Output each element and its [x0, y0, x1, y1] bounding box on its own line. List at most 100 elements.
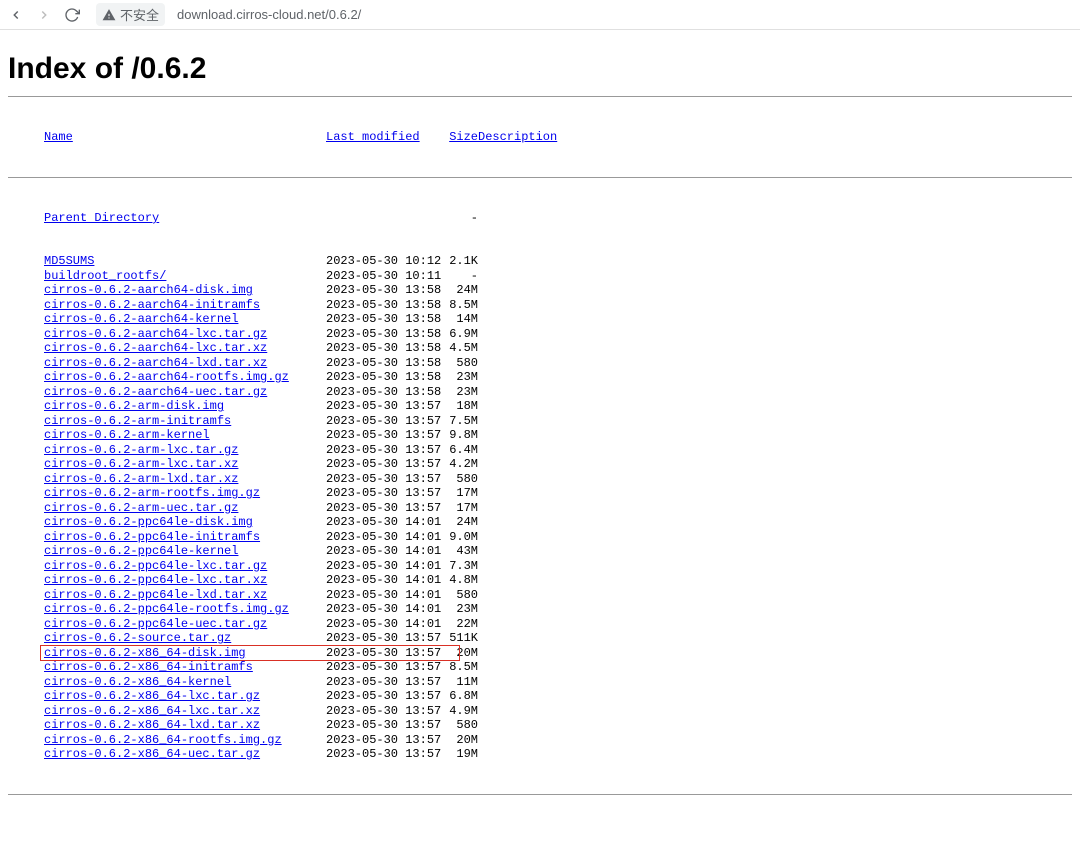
- list-item: cirros-0.6.2-aarch64-rootfs.img.gz2023-0…: [8, 370, 1072, 385]
- file-link[interactable]: cirros-0.6.2-aarch64-uec.tar.gz: [44, 385, 267, 399]
- file-link[interactable]: MD5SUMS: [44, 254, 94, 268]
- file-size: 24M: [442, 515, 478, 529]
- file-link[interactable]: cirros-0.6.2-arm-kernel: [44, 428, 210, 442]
- list-item: cirros-0.6.2-aarch64-uec.tar.gz 2023-05-3…: [8, 385, 1072, 400]
- file-link[interactable]: cirros-0.6.2-arm-uec.tar.gz: [44, 501, 238, 515]
- file-size: 23M: [442, 602, 478, 616]
- file-link[interactable]: cirros-0.6.2-aarch64-initramfs: [44, 298, 260, 312]
- file-link[interactable]: cirros-0.6.2-ppc64le-rootfs.img.gz: [44, 602, 289, 616]
- file-size: 18M: [442, 399, 478, 413]
- file-link[interactable]: cirros-0.6.2-ppc64le-lxd.tar.xz: [44, 588, 267, 602]
- file-date: 2023-05-30 13:57: [326, 675, 442, 689]
- list-item: cirros-0.6.2-aarch64-lxd.tar.xz 2023-05-3…: [8, 356, 1072, 371]
- file-link[interactable]: cirros-0.6.2-arm-rootfs.img.gz: [44, 486, 260, 500]
- file-size: 4.5M: [442, 341, 478, 355]
- file-date: 2023-05-30 14:01: [326, 515, 442, 529]
- file-date: 2023-05-30 13:57: [326, 472, 442, 486]
- list-item: buildroot_rootfs/2023-05-30 10:11-: [8, 269, 1072, 284]
- list-item: cirros-0.6.2-x86_64-disk.img 2023-05-30 1…: [8, 646, 1072, 661]
- file-size: 22M: [442, 617, 478, 631]
- file-link[interactable]: cirros-0.6.2-arm-lxc.tar.gz: [44, 443, 238, 457]
- reload-button[interactable]: [64, 7, 80, 23]
- file-date: 2023-05-30 14:01: [326, 530, 442, 544]
- file-date: 2023-05-30 13:57: [326, 399, 442, 413]
- list-item: cirros-0.6.2-x86_64-initramfs 2023-05-30 …: [8, 660, 1072, 675]
- file-link[interactable]: cirros-0.6.2-aarch64-lxc.tar.xz: [44, 341, 267, 355]
- security-text: 不安全: [120, 5, 159, 24]
- file-link[interactable]: cirros-0.6.2-aarch64-disk.img: [44, 283, 253, 297]
- file-size: 511K: [442, 631, 478, 645]
- file-link[interactable]: cirros-0.6.2-x86_64-rootfs.img.gz: [44, 733, 282, 747]
- file-date: 2023-05-30 13:57: [326, 457, 442, 471]
- file-size: 20M: [442, 646, 478, 660]
- file-size: 9.0M: [442, 530, 478, 544]
- file-link[interactable]: cirros-0.6.2-ppc64le-disk.img: [44, 515, 253, 529]
- file-link[interactable]: cirros-0.6.2-aarch64-lxd.tar.xz: [44, 356, 267, 370]
- file-size: 6.8M: [442, 689, 478, 703]
- file-size: 580: [442, 356, 478, 370]
- file-size: 43M: [442, 544, 478, 558]
- list-item: cirros-0.6.2-arm-lxc.tar.gz 2023-05-30 13…: [8, 443, 1072, 458]
- file-link[interactable]: cirros-0.6.2-aarch64-lxc.tar.gz: [44, 327, 267, 341]
- file-size: 8.5M: [442, 660, 478, 674]
- file-size: 20M: [442, 733, 478, 747]
- file-size: 4.8M: [442, 573, 478, 587]
- col-name[interactable]: Name: [44, 130, 73, 144]
- file-link[interactable]: cirros-0.6.2-ppc64le-uec.tar.gz: [44, 617, 267, 631]
- file-size: 24M: [442, 283, 478, 297]
- back-button[interactable]: [8, 7, 24, 23]
- col-description[interactable]: Description: [478, 130, 557, 144]
- col-size[interactable]: Size: [449, 130, 478, 144]
- file-date: 2023-05-30 13:57: [326, 689, 442, 703]
- file-date: 2023-05-30 13:57: [326, 631, 442, 645]
- file-size: 23M: [442, 370, 478, 384]
- list-item: cirros-0.6.2-aarch64-kernel 2023-05-30 13…: [8, 312, 1072, 327]
- file-date: 2023-05-30 13:58: [326, 385, 442, 399]
- list-item: cirros-0.6.2-arm-lxc.tar.xz 2023-05-30 13…: [8, 457, 1072, 472]
- list-item: cirros-0.6.2-x86_64-kernel 2023-05-30 13:…: [8, 675, 1072, 690]
- file-date: 2023-05-30 13:57: [326, 660, 442, 674]
- file-link[interactable]: cirros-0.6.2-x86_64-lxc.tar.gz: [44, 689, 260, 703]
- col-modified[interactable]: Last modified: [326, 130, 420, 144]
- file-date: 2023-05-30 13:57: [326, 443, 442, 457]
- file-date: 2023-05-30 13:58: [326, 327, 442, 341]
- file-link[interactable]: cirros-0.6.2-ppc64le-kernel: [44, 544, 238, 558]
- file-link[interactable]: cirros-0.6.2-arm-initramfs: [44, 414, 231, 428]
- file-size: 6.4M: [442, 443, 478, 457]
- file-size: 580: [442, 588, 478, 602]
- file-date: 2023-05-30 13:58: [326, 356, 442, 370]
- file-link[interactable]: cirros-0.6.2-source.tar.gz: [44, 631, 231, 645]
- list-item: cirros-0.6.2-arm-uec.tar.gz 2023-05-30 13…: [8, 501, 1072, 516]
- file-link[interactable]: cirros-0.6.2-x86_64-lxd.tar.xz: [44, 718, 260, 732]
- file-size: 580: [442, 472, 478, 486]
- file-date: 2023-05-30 13:57: [326, 646, 442, 660]
- file-link[interactable]: cirros-0.6.2-ppc64le-initramfs: [44, 530, 260, 544]
- file-link[interactable]: cirros-0.6.2-x86_64-initramfs: [44, 660, 253, 674]
- file-size: 6.9M: [442, 327, 478, 341]
- url-bar[interactable]: download.cirros-cloud.net/0.6.2/: [177, 7, 361, 22]
- file-size: 17M: [442, 486, 478, 500]
- security-badge[interactable]: 不安全: [96, 3, 165, 26]
- list-item: cirros-0.6.2-x86_64-uec.tar.gz2023-05-30…: [8, 747, 1072, 762]
- browser-toolbar: 不安全 download.cirros-cloud.net/0.6.2/: [0, 0, 1080, 30]
- file-date: 2023-05-30 13:57: [326, 501, 442, 515]
- file-link[interactable]: cirros-0.6.2-aarch64-rootfs.img.gz: [44, 370, 289, 384]
- file-link[interactable]: cirros-0.6.2-arm-lxd.tar.xz: [44, 472, 238, 486]
- file-link[interactable]: cirros-0.6.2-x86_64-disk.img: [44, 646, 246, 660]
- file-link[interactable]: buildroot_rootfs/: [44, 269, 166, 283]
- file-size: 17M: [442, 501, 478, 515]
- file-link[interactable]: cirros-0.6.2-x86_64-kernel: [44, 675, 231, 689]
- file-date: 2023-05-30 13:57: [326, 704, 442, 718]
- page-content: Index of /0.6.2 NameLast modifiedSize De…: [0, 30, 1080, 848]
- list-item: cirros-0.6.2-aarch64-lxc.tar.gz 2023-05-3…: [8, 327, 1072, 342]
- parent-directory-link[interactable]: Parent Directory: [44, 211, 159, 225]
- file-link[interactable]: cirros-0.6.2-x86_64-uec.tar.gz: [44, 747, 260, 761]
- file-date: 2023-05-30 13:58: [326, 312, 442, 326]
- file-link[interactable]: cirros-0.6.2-aarch64-kernel: [44, 312, 238, 326]
- file-link[interactable]: cirros-0.6.2-x86_64-lxc.tar.xz: [44, 704, 260, 718]
- forward-button[interactable]: [36, 7, 52, 23]
- file-link[interactable]: cirros-0.6.2-arm-disk.img: [44, 399, 224, 413]
- file-link[interactable]: cirros-0.6.2-arm-lxc.tar.xz: [44, 457, 238, 471]
- file-link[interactable]: cirros-0.6.2-ppc64le-lxc.tar.xz: [44, 573, 267, 587]
- list-item: cirros-0.6.2-x86_64-lxc.tar.gz 2023-05-30…: [8, 689, 1072, 704]
